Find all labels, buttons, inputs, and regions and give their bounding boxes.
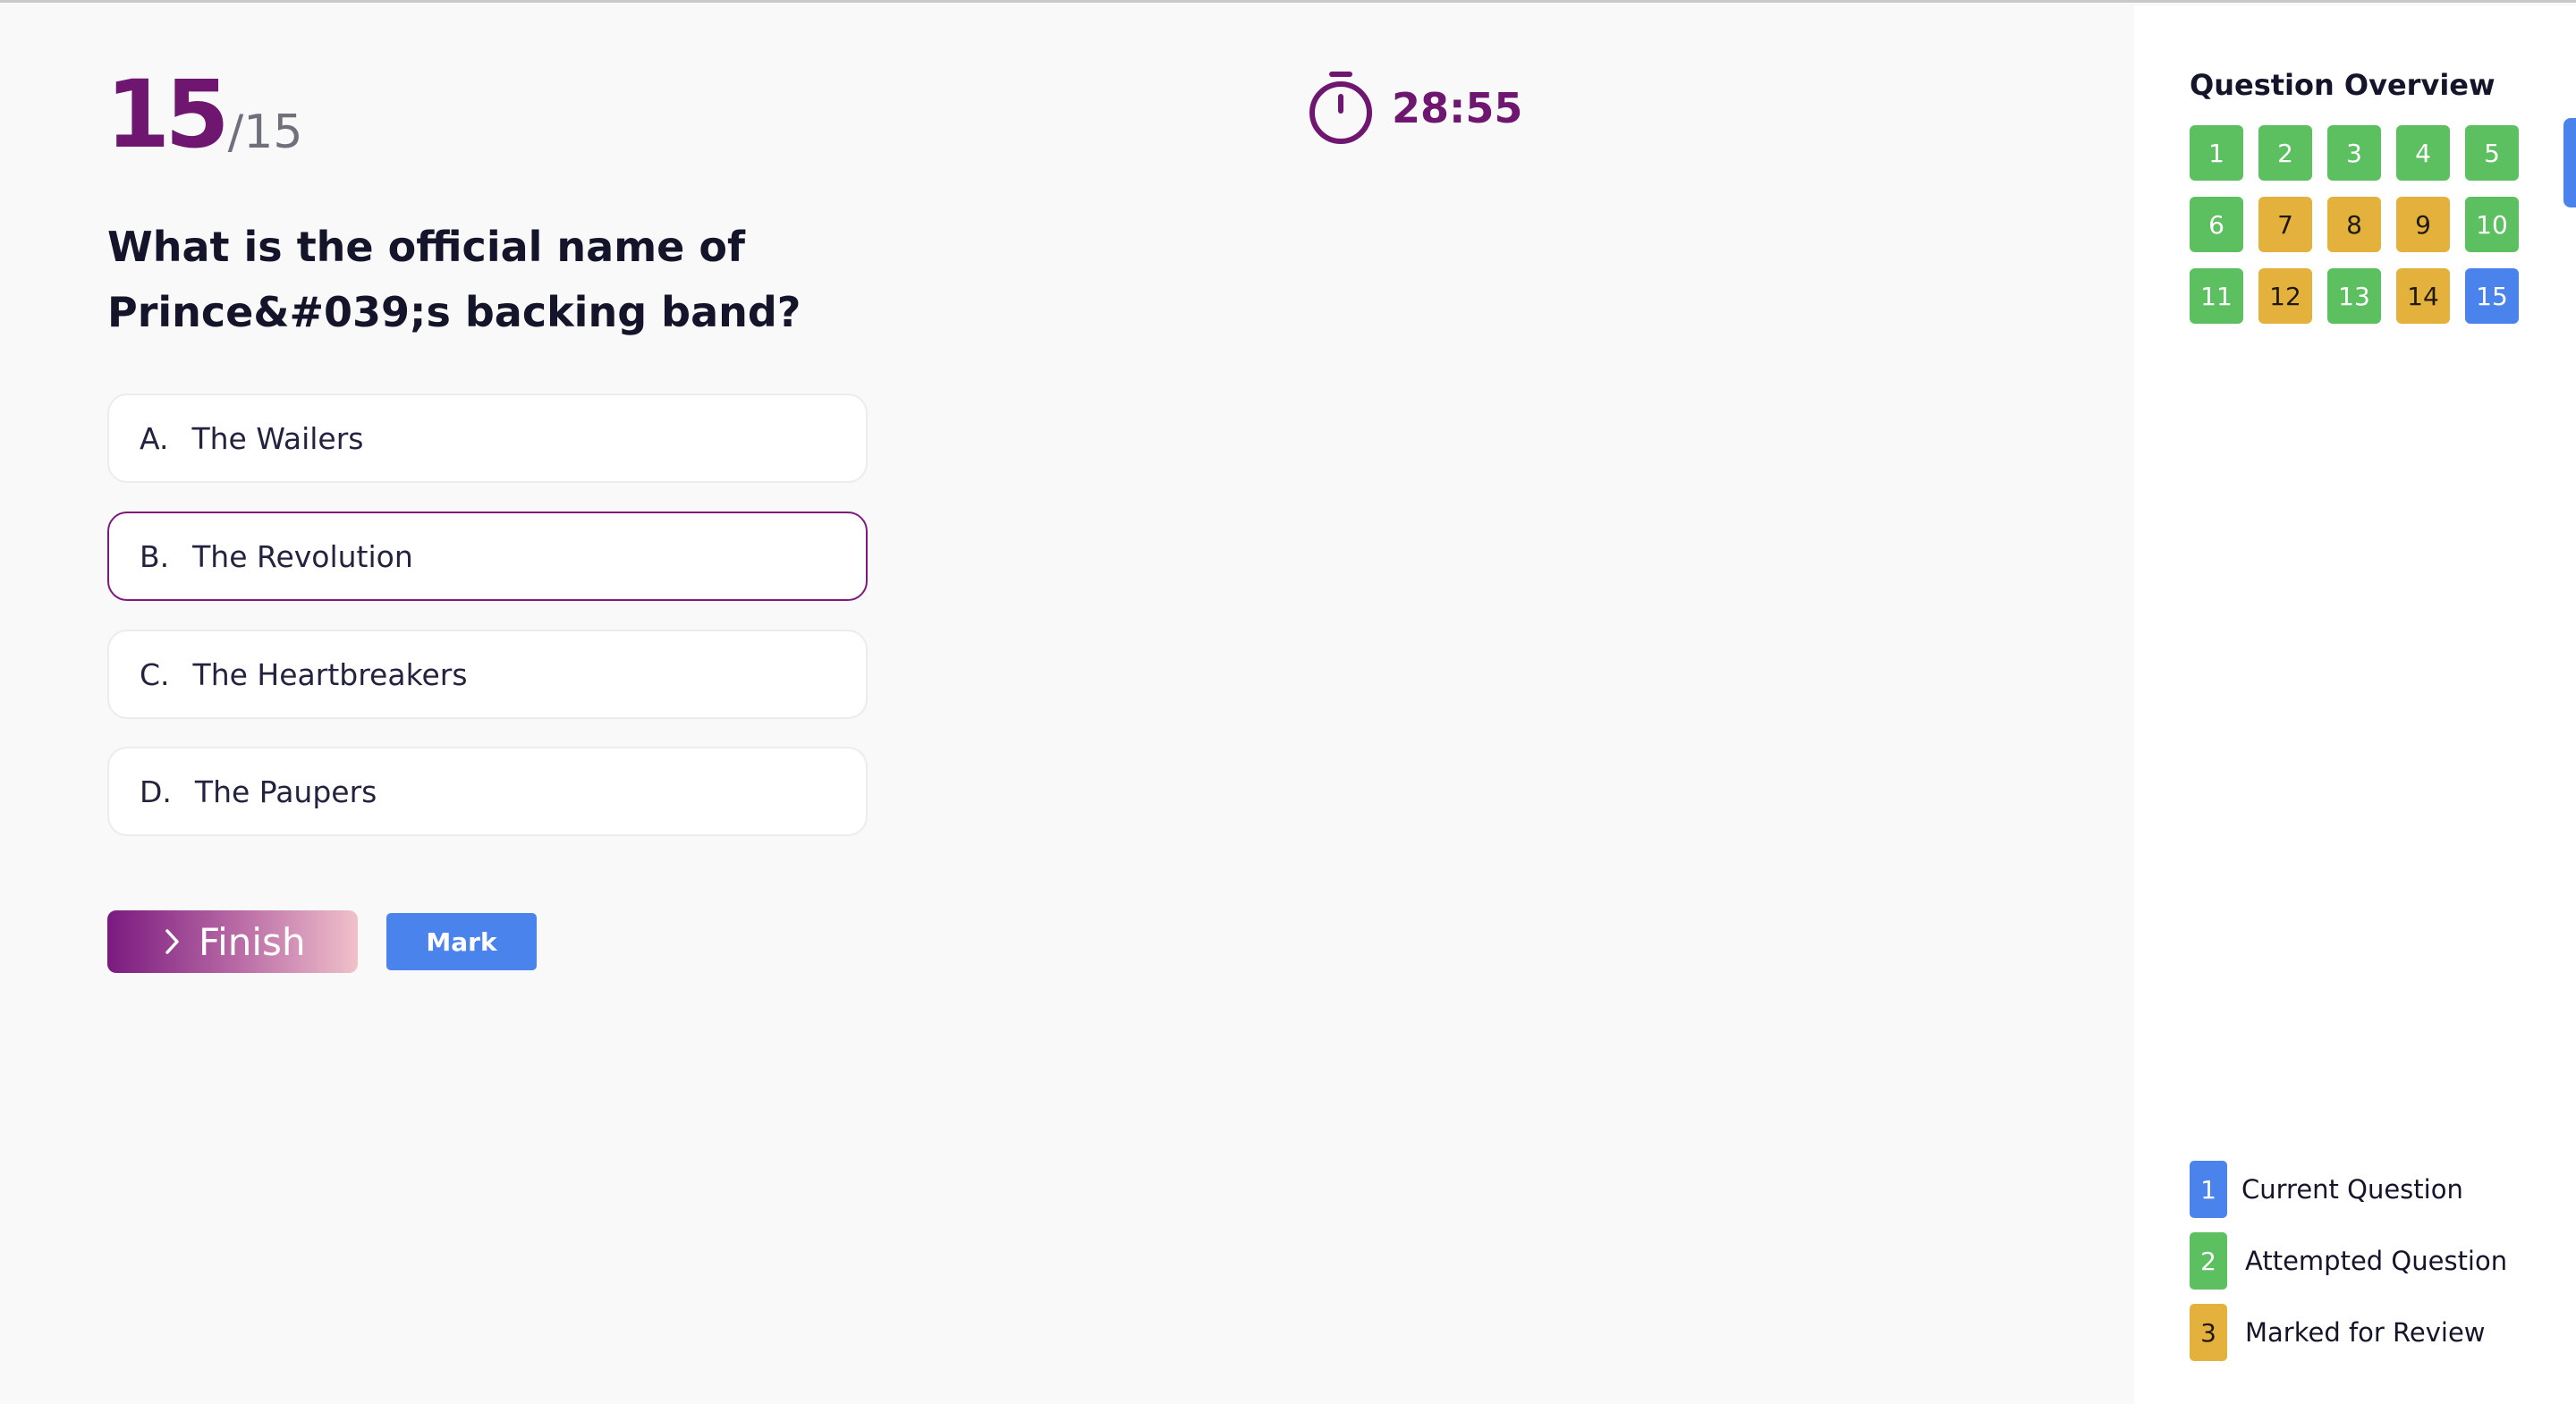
question-nav-button[interactable]: 2 bbox=[2258, 125, 2312, 181]
option-a[interactable]: A. The Wailers bbox=[107, 393, 868, 483]
question-counter: 15 /15 bbox=[106, 54, 302, 161]
question-nav-button[interactable]: 13 bbox=[2327, 268, 2381, 324]
question-nav-button[interactable]: 6 bbox=[2190, 197, 2243, 252]
option-label: The Heartbreakers bbox=[192, 656, 468, 692]
option-c[interactable]: C. The Heartbreakers bbox=[107, 630, 868, 719]
legend-swatch-attempted: 2 bbox=[2190, 1232, 2227, 1290]
mark-button[interactable]: Mark bbox=[386, 913, 537, 970]
option-d[interactable]: D. The Paupers bbox=[107, 747, 868, 836]
question-text: What is the official name of Prince&#039… bbox=[107, 223, 801, 336]
timer: 28:55 bbox=[1308, 70, 1522, 147]
stopwatch-icon bbox=[1309, 72, 1372, 144]
option-label: The Revolution bbox=[192, 538, 413, 574]
timer-value: 28:55 bbox=[1392, 84, 1523, 132]
finish-button[interactable]: Finish bbox=[107, 910, 358, 973]
legend-swatch-current: 1 bbox=[2190, 1161, 2227, 1218]
finish-label: Finish bbox=[199, 919, 306, 964]
question-nav-button[interactable]: 1 bbox=[2190, 125, 2243, 181]
question-nav-button[interactable]: 11 bbox=[2190, 268, 2243, 324]
total-questions: /15 bbox=[227, 106, 303, 159]
current-question-number: 15 bbox=[106, 60, 230, 169]
question-nav-button[interactable]: 10 bbox=[2465, 197, 2519, 252]
option-letter: A. bbox=[140, 420, 169, 456]
option-label: The Paupers bbox=[194, 774, 377, 809]
option-letter: C. bbox=[140, 656, 170, 692]
question-nav-button[interactable]: 3 bbox=[2327, 125, 2381, 181]
legend-swatch-marked: 3 bbox=[2190, 1304, 2227, 1361]
panel-toggle-tab[interactable] bbox=[2563, 118, 2576, 207]
overview-title: Question Overview bbox=[2190, 68, 2496, 102]
question-nav-button[interactable]: 14 bbox=[2396, 268, 2450, 324]
legend-label-current: Current Question bbox=[2241, 1174, 2463, 1205]
option-letter: B. bbox=[140, 538, 170, 574]
legend-label-attempted: Attempted Question bbox=[2245, 1246, 2508, 1276]
option-b[interactable]: B. The Revolution bbox=[107, 512, 868, 601]
top-border bbox=[0, 0, 2576, 3]
question-nav-button[interactable]: 9 bbox=[2396, 197, 2450, 252]
option-label: The Wailers bbox=[191, 420, 364, 456]
question-nav-button[interactable]: 5 bbox=[2465, 125, 2519, 181]
question-nav-button[interactable]: 15 bbox=[2465, 268, 2519, 324]
question-nav-button[interactable]: 8 bbox=[2327, 197, 2381, 252]
question-nav-button[interactable]: 12 bbox=[2258, 268, 2312, 324]
question-nav-button[interactable]: 7 bbox=[2258, 197, 2312, 252]
question-grid: 1 2 3 4 5 6 7 8 9 10 11 12 13 14 15 bbox=[2190, 125, 2519, 324]
question-nav-button[interactable]: 4 bbox=[2396, 125, 2450, 181]
chevron-right-icon bbox=[165, 929, 179, 954]
legend-label-marked: Marked for Review bbox=[2245, 1317, 2486, 1348]
option-letter: D. bbox=[140, 774, 172, 809]
